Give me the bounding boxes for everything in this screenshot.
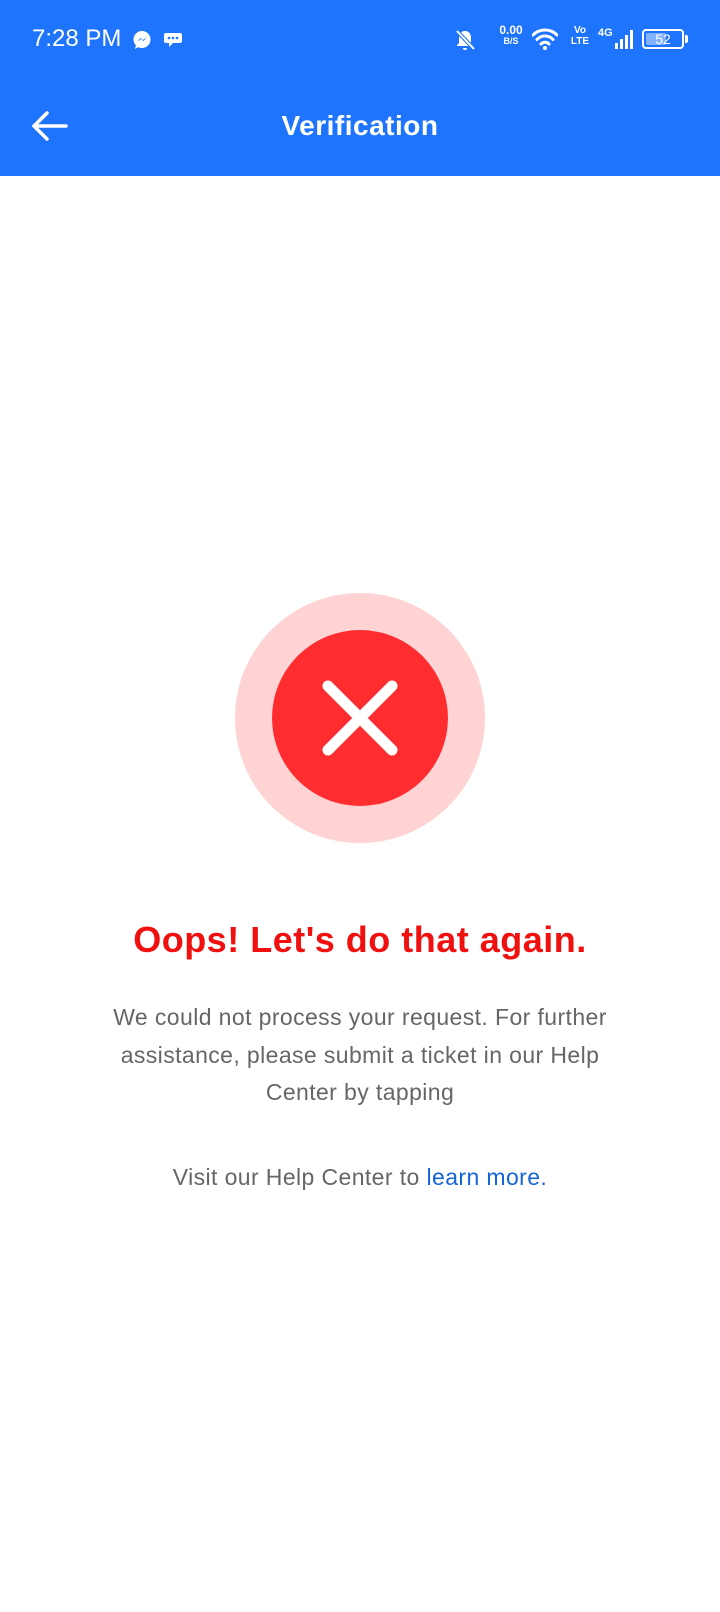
battery-level: 52 [655, 31, 671, 47]
help-center-text: Visit our Help Center to [172, 1164, 427, 1190]
bell-muted-icon [455, 29, 476, 51]
wifi-icon [532, 28, 558, 50]
learn-more-link[interactable]: learn more. [427, 1164, 548, 1190]
volte-indicator: Vo LTE [567, 26, 593, 47]
network-speed-value: 0.00 [499, 23, 523, 37]
error-message: We could not process your request. For f… [113, 1004, 607, 1105]
error-title: Oops! Let's do that again. [133, 919, 587, 960]
signal-bars-icon [615, 30, 633, 49]
help-center-line: Visit our Help Center to learn more. [0, 1159, 720, 1195]
page-title: Verification [281, 110, 439, 141]
messenger-icon [133, 31, 151, 49]
status-bar: 7:28 PM 0.00 B/S Vo LTE 4G 52 [0, 0, 720, 80]
battery-tip [685, 35, 688, 43]
chat-bubble-icon [164, 33, 182, 47]
network-type: 4G [598, 27, 613, 39]
status-time: 7:28 PM [32, 25, 122, 52]
network-speed: 0.00 B/S [494, 24, 528, 46]
volte-bottom-label: LTE [570, 36, 590, 47]
battery-icon: 52 [642, 29, 684, 49]
network-speed-unit: B/S [503, 36, 519, 46]
volte-top-label: Vo [573, 25, 587, 36]
error-graphic [235, 593, 485, 843]
